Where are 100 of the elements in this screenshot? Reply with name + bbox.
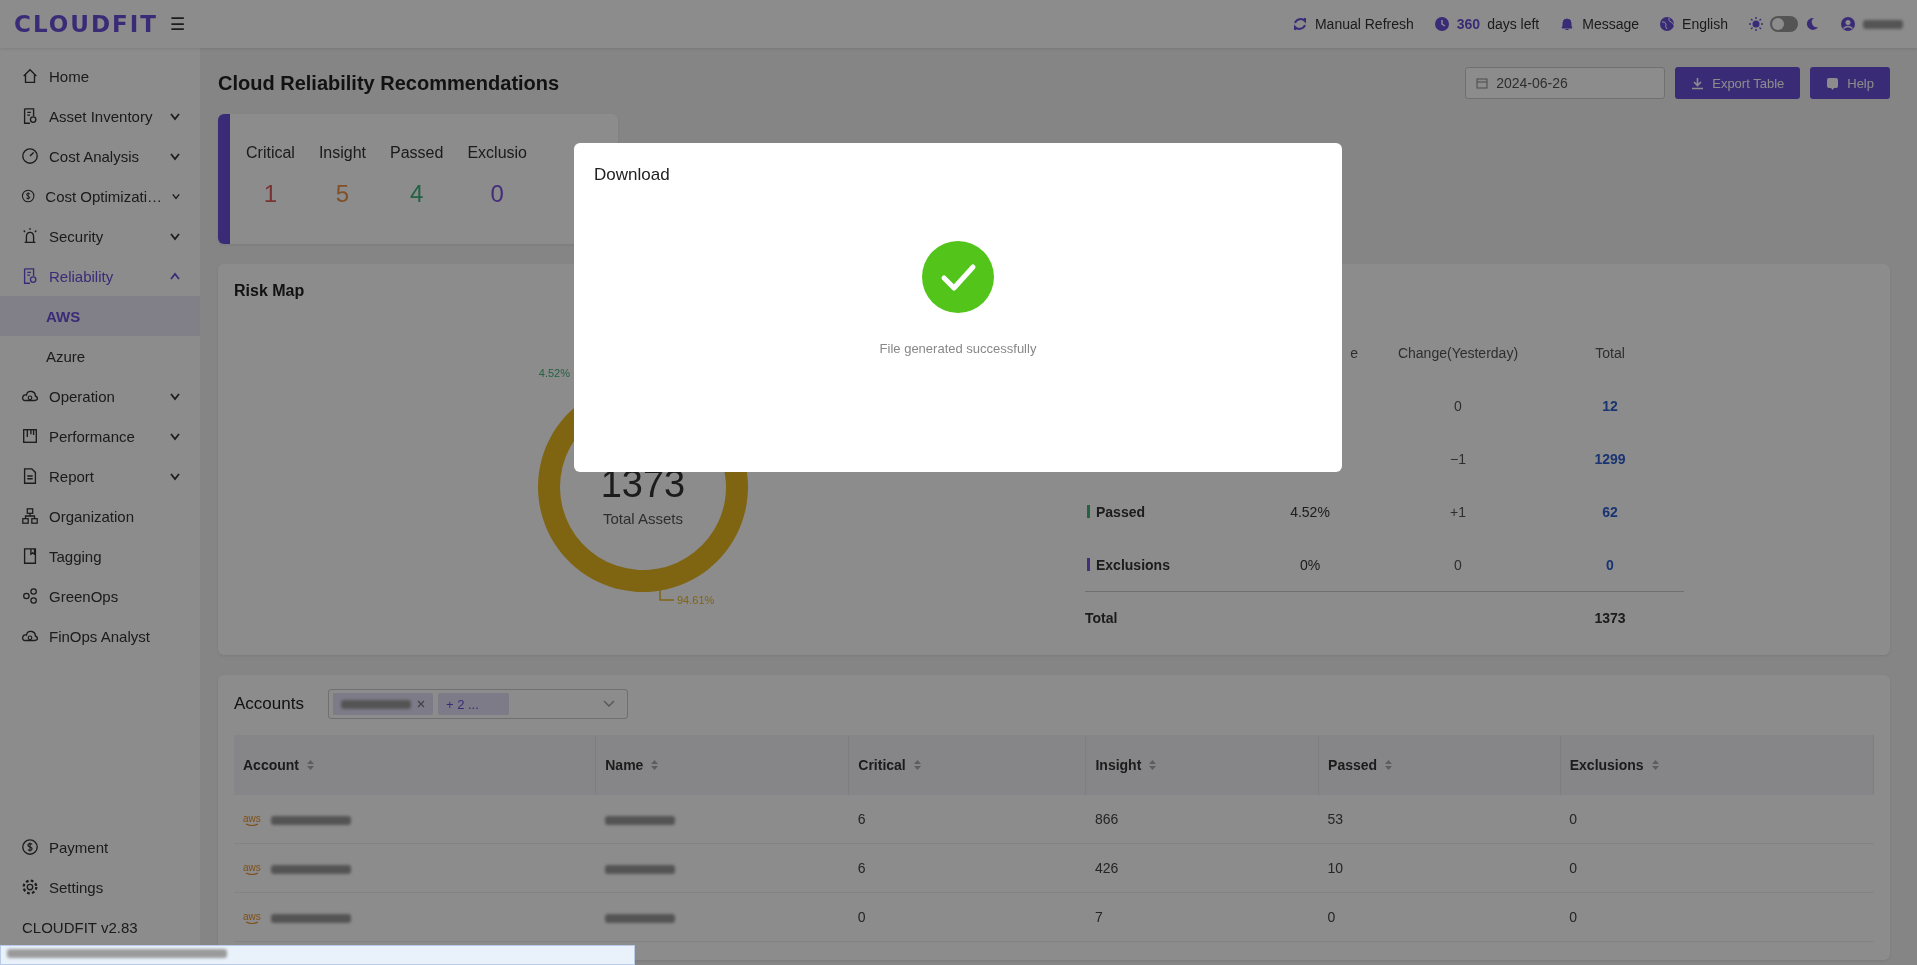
sidebar-subitem[interactable]: Azure [0,336,200,376]
table-cell: 866 [1085,795,1319,844]
sidebar-item[interactable]: GreenOps [0,576,200,616]
version-label: CLOUDFIT v2.83 [21,917,139,938]
table-cell: 6 [848,795,1086,844]
table-cell: 10 [1318,843,1561,893]
blurred-text [604,913,675,923]
nodes-icon [21,587,39,605]
table-cell: 426 [1085,843,1319,893]
smile-icon [244,822,259,827]
sidebar-item[interactable]: Reliability [0,256,200,296]
stat-value: 0 [490,180,504,208]
sort-icon[interactable] [1384,759,1394,771]
stat-label: Exclusio [467,144,527,162]
sort-icon[interactable] [650,759,660,771]
column-header: Name [605,757,644,773]
theme-toggle[interactable] [1770,16,1798,32]
blurred-text [604,815,675,825]
sort-icon[interactable] [912,759,922,771]
column-header: Exclusions [1569,757,1644,773]
value-label: 94.61% [677,594,715,606]
stat-value: 5 [335,180,350,208]
speech-bubble-icon [1826,76,1840,90]
sidebar-item[interactable]: Tagging [0,536,200,576]
column-header: Passed [1328,757,1378,773]
sidebar-item[interactable]: Cost Optimizati… [0,176,200,216]
download-icon [1691,76,1705,90]
total-link[interactable]: 12 [1536,397,1684,414]
sidebar-item[interactable]: Cost Analysis [0,136,200,176]
clock-icon [1433,16,1450,32]
calendar-icon [1476,77,1489,89]
sort-icon[interactable] [306,759,315,771]
logo: CLOUDFIT [14,11,158,37]
refresh-button[interactable]: Manual Refresh [1291,16,1414,32]
sort-icon[interactable] [1650,759,1660,771]
sidebar-subitem[interactable]: AWS [0,296,200,336]
value-label: 4.52% [538,367,570,379]
language-selector[interactable]: English [1659,16,1728,32]
date-field[interactable]: 2024-06-26 [1465,67,1666,99]
total-link[interactable]: 0 [1536,556,1684,573]
success-message: File generated successfully [879,341,1037,356]
row-label: Passed [1096,503,1146,520]
dollar-icon [21,838,39,856]
sun-icon [1748,16,1764,32]
sort-icon[interactable] [1148,759,1158,771]
stat-label: Insight [318,144,367,162]
total-link[interactable]: 62 [1536,503,1684,520]
sidebar-item[interactable]: Performance [0,416,200,456]
menu-icon[interactable]: ☰ [170,13,185,35]
help-button[interactable]: Help [1810,67,1890,99]
column-header: Insight [1095,757,1142,773]
aws-logo: aws [243,813,261,827]
table-cell: 1373 [1536,590,1684,645]
table-cell: 7 [1085,892,1319,942]
user-icon[interactable] [1840,16,1856,32]
sidebar-item[interactable]: FinOps Analyst [0,616,200,656]
page-title: Cloud Reliability Recommendations [218,71,561,95]
sidebar-item[interactable]: Report [0,456,200,496]
aws-logo: aws [243,911,261,925]
sidebar-item[interactable]: Operation [0,376,200,416]
table-cell-text: −1 [1449,450,1467,467]
alarm-icon [21,227,39,245]
document-icon [21,107,39,125]
card-title: Risk Map [234,282,306,300]
table-cell: 4.52% [1290,503,1330,520]
sidebar-item[interactable]: Payment [0,827,200,867]
refresh-icon [1291,16,1308,32]
smile-icon [244,920,259,925]
card-title: Accounts [234,694,304,714]
document-icon [21,267,39,285]
stat-value: 1 [263,180,278,208]
table-cell-text: 0 [1453,556,1463,573]
message-button[interactable]: Message [1559,16,1640,32]
more-tag: + 2 ... [437,693,509,715]
table-cell-text: 0 [1453,397,1463,414]
account-select[interactable]: + 2 ... [327,689,628,719]
column-header: Account [243,757,299,773]
table-cell: 53 [1318,795,1561,844]
bell-icon [1559,16,1576,32]
total-label: Total Assets [602,510,683,527]
column-header: Total [1594,344,1626,361]
export-button[interactable]: Export Table [1675,67,1801,99]
sidebar-item[interactable]: Asset Inventory [0,96,200,136]
stat-label: Critical [246,144,295,162]
blurred-text [604,864,675,874]
sidebar-item[interactable]: Home [0,56,200,96]
days-left-text: days left [1487,16,1540,32]
board-icon [21,427,39,445]
sidebar-item[interactable]: Organization [0,496,200,536]
dialog-title: Download [594,165,671,185]
row-label: Total [1085,590,1240,645]
dollar-icon [21,187,36,205]
chevron-down-icon [602,700,615,708]
total-link[interactable]: 1299 [1536,450,1684,467]
close-icon[interactable] [416,700,425,708]
table-cell: 0 [1560,843,1874,893]
sidebar-item[interactable]: Settings [0,867,200,907]
sidebar-item[interactable]: Security [0,216,200,256]
stat-value: 4 [410,180,424,208]
moon-icon [1804,16,1820,32]
